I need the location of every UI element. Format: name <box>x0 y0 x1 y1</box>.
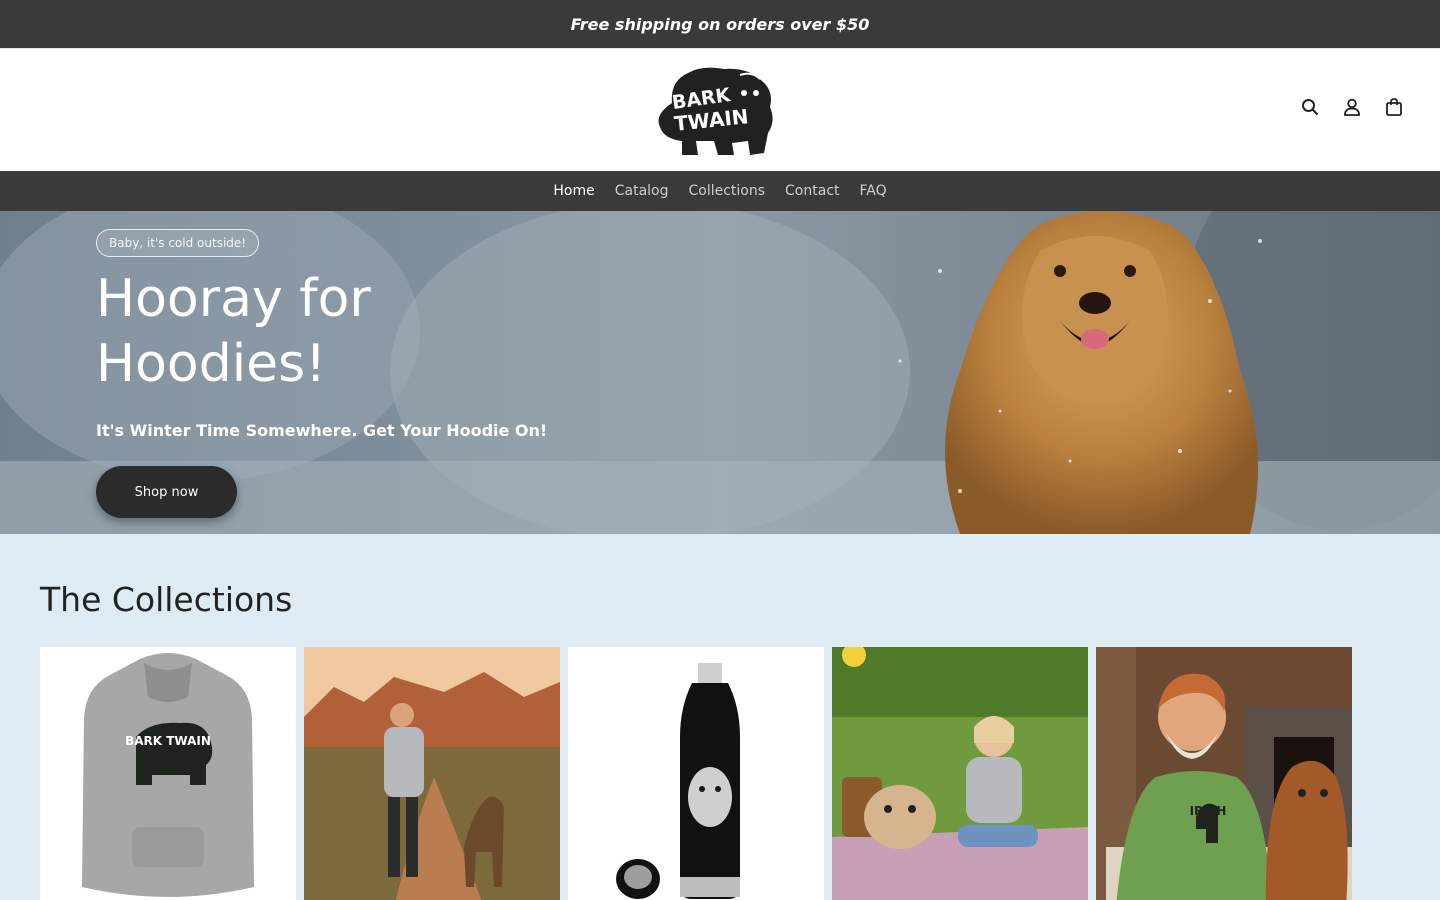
man-with-irish-terrier-image: IRISH <box>1096 647 1352 900</box>
nav-catalog[interactable]: Catalog <box>615 183 669 199</box>
nav-contact[interactable]: Contact <box>785 183 839 199</box>
nav-collections[interactable]: Collections <box>688 183 765 199</box>
cart-icon[interactable] <box>1384 97 1404 117</box>
collection-card-bottle[interactable] <box>568 647 824 900</box>
collections-section: The Collections BARK TWAIN IRISH <box>0 534 1440 900</box>
black-bottle-image <box>568 647 824 900</box>
hero-title: Hooray for Hoodies! <box>96 269 371 394</box>
hero-content: Baby, it's cold outside! Hooray for Hood… <box>96 229 547 518</box>
svg-text:IRISH: IRISH <box>1190 804 1227 818</box>
collection-card-picnic[interactable] <box>832 647 1088 900</box>
search-icon[interactable] <box>1300 97 1320 117</box>
account-icon[interactable] <box>1342 97 1362 117</box>
woman-with-shepherd-image <box>304 647 560 900</box>
nav-home[interactable]: Home <box>553 183 594 199</box>
collection-card-hiking[interactable] <box>304 647 560 900</box>
announcement-text: Free shipping on orders over $50 <box>570 14 870 34</box>
header-icons <box>1300 97 1404 117</box>
collections-heading: The Collections <box>40 580 293 619</box>
grey-hoodie-image: BARK TWAIN <box>40 647 296 900</box>
collection-cards: BARK TWAIN IRISH <box>40 647 1400 900</box>
girl-with-frenchie-image <box>832 647 1088 900</box>
nav-faq[interactable]: FAQ <box>860 183 887 199</box>
hero-subtitle: It's Winter Time Somewhere. Get Your Hoo… <box>96 421 548 440</box>
hero-banner: Baby, it's cold outside! Hooray for Hood… <box>0 211 1440 534</box>
hero-badge: Baby, it's cold outside! <box>96 229 260 257</box>
announcement-bar: Free shipping on orders over $50 <box>0 0 1440 48</box>
site-header: BARK TWAIN <box>0 48 1440 171</box>
collection-card-irish[interactable]: IRISH <box>1096 647 1352 900</box>
shop-now-button[interactable]: Shop now <box>96 466 237 518</box>
collection-card-hoodie[interactable]: BARK TWAIN <box>40 647 296 900</box>
bark-twain-logo[interactable]: BARK TWAIN <box>652 63 776 159</box>
main-nav: Home Catalog Collections Contact FAQ <box>0 171 1440 211</box>
svg-text:BARK TWAIN: BARK TWAIN <box>125 734 211 748</box>
